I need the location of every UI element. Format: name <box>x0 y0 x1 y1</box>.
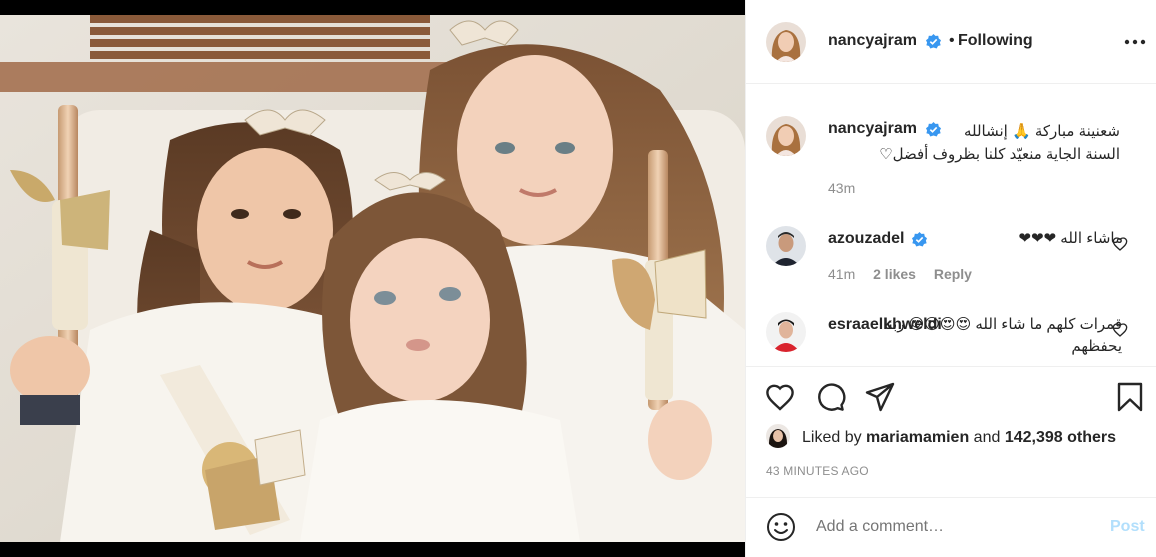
author-username[interactable]: nancyajram <box>828 32 917 50</box>
bookmark-icon[interactable] <box>1114 381 1146 413</box>
liked-by-and: and <box>969 429 1005 446</box>
verified-icon <box>926 34 941 49</box>
comment-like-heart-icon[interactable] <box>1112 236 1128 252</box>
liked-by-prefix: Liked by <box>802 429 867 446</box>
header-separator: • <box>949 32 955 49</box>
comment-like-heart-icon[interactable] <box>1112 322 1128 338</box>
comment-text: قمرات كلهم ما شاء الله 😍😍😍😍 ربنا يحفظهم <box>883 316 1122 355</box>
action-bar <box>746 366 1156 426</box>
post-photo[interactable] <box>0 0 745 557</box>
comment-input[interactable] <box>816 518 1096 536</box>
commenter-username[interactable]: azouzadel <box>828 230 904 248</box>
commenter-avatar[interactable] <box>766 226 806 266</box>
liked-by-others[interactable]: 142,398 others <box>1005 429 1116 446</box>
more-options-icon[interactable] <box>1121 32 1149 52</box>
emoji-icon[interactable] <box>766 512 796 542</box>
comment-meta: 41m 2 likes Reply <box>828 266 986 282</box>
caption-text: شعنينة مباركة 🙏 إنشالله السنة الجاية منع… <box>879 123 1120 163</box>
post-details-panel: nancyajram • Following nancyajram شعنينة… <box>745 0 1156 557</box>
verified-icon <box>912 232 927 247</box>
post-comment-button[interactable]: Post <box>1110 518 1145 536</box>
caption-avatar[interactable] <box>766 116 806 156</box>
add-comment-bar: Post <box>746 497 1156 557</box>
following-button[interactable]: Following <box>958 32 1033 50</box>
author-avatar[interactable] <box>766 22 806 62</box>
post-timestamp[interactable]: 43 MINUTES AGO <box>766 464 869 478</box>
liker-avatar[interactable] <box>766 424 790 448</box>
heart-icon[interactable] <box>764 381 796 413</box>
likes-text: Liked by mariamamien and 142,398 others <box>802 429 1116 447</box>
commenter-avatar[interactable] <box>766 312 806 352</box>
comment-item: esraaelkhweldi قمرات كلهم ما شاء الله 😍😍… <box>746 312 1156 368</box>
comment-icon[interactable] <box>814 381 846 413</box>
share-icon[interactable] <box>864 381 896 413</box>
post-header: nancyajram • Following <box>746 0 1156 84</box>
post-photo-image <box>0 0 745 557</box>
comment-likes[interactable]: 2 likes <box>873 266 916 282</box>
comment-time[interactable]: 41m <box>828 266 855 282</box>
reply-button[interactable]: Reply <box>934 266 972 282</box>
comment-item: azouzadel ماشاء الله ❤❤❤ 41m 2 likes Rep… <box>746 226 1156 286</box>
caption-time[interactable]: 43m <box>828 180 855 196</box>
liked-by-user[interactable]: mariamamien <box>866 429 969 446</box>
comment-text: ماشاء الله ❤❤❤ <box>1018 230 1123 247</box>
